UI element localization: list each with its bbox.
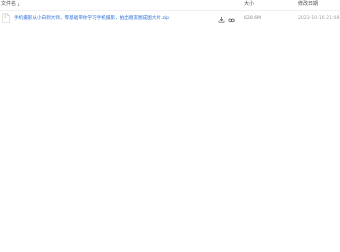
file-name-link[interactable]: 手机摄影从小白到大师，零基础带你学习手机摄影，拍出朋友圈成图大片.zip <box>14 11 169 26</box>
sort-arrow-icon[interactable]: ↓ <box>17 0 20 9</box>
download-icon[interactable] <box>218 15 225 23</box>
column-header-date[interactable]: 修改日期 <box>298 0 318 9</box>
column-header-name-label: 文件名 <box>1 1 17 7</box>
zip-file-icon <box>2 13 10 23</box>
column-header-name[interactable]: 文件名 ↓ <box>1 0 20 9</box>
list-header: 文件名 ↓ 大小 修改日期 <box>0 0 340 9</box>
file-size: 628.6M <box>244 16 262 21</box>
share-icon[interactable] <box>228 15 235 23</box>
file-list: 文件名 ↓ 大小 修改日期 手机摄影从小白到大师，零基础带你学习手机摄影，拍出朋… <box>0 0 340 252</box>
file-row[interactable]: 手机摄影从小白到大师，零基础带你学习手机摄影，拍出朋友圈成图大片.zip 628… <box>0 11 340 26</box>
column-header-size[interactable]: 大小 <box>244 0 254 9</box>
file-modified-date: 2023-10-16 21:08 <box>298 16 340 21</box>
